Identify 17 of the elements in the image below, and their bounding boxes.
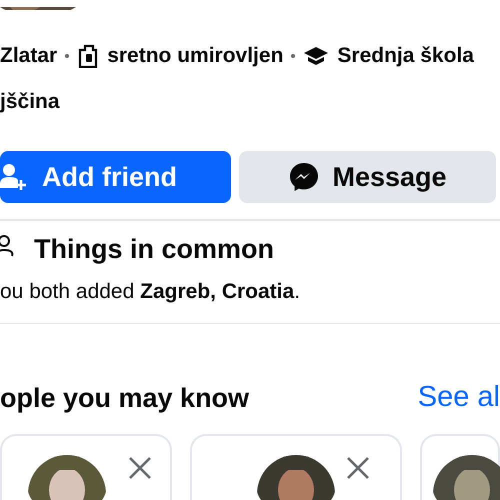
chat-bubble-icon: [288, 161, 320, 193]
separator-dot: [65, 54, 70, 58]
separator-dot: [291, 54, 296, 58]
add-friend-button[interactable]: Add friend: [0, 151, 231, 203]
detail-text: Zlatar: [0, 43, 58, 69]
detail-text: Srednja škola: [337, 43, 474, 69]
common-text: ou both added Zagreb, Croatia.: [0, 278, 302, 304]
section-title: ople you may know: [0, 382, 250, 415]
close-icon[interactable]: [346, 456, 370, 480]
section-title: Things in common: [34, 233, 274, 266]
graduation-cap-icon: [303, 44, 330, 67]
message-button[interactable]: Message: [239, 151, 496, 203]
see-all-link[interactable]: See al: [418, 376, 500, 420]
briefcase-icon: [77, 44, 100, 68]
detail-text: jščina: [0, 88, 61, 114]
detail-text: sretno umirovljen: [107, 43, 284, 69]
close-icon[interactable]: [128, 456, 152, 480]
